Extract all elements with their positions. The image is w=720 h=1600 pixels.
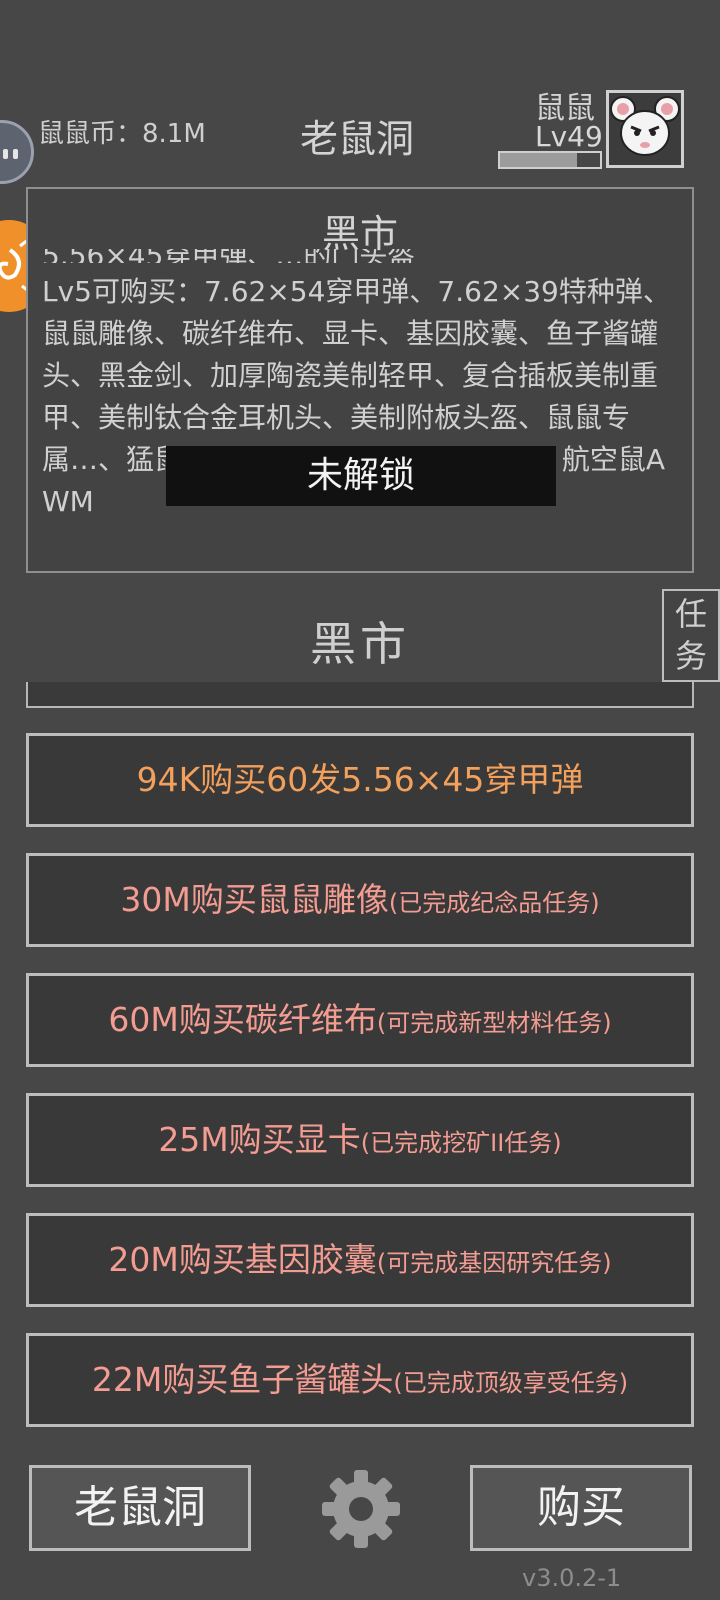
gear-icon: [322, 1470, 400, 1548]
chat-bubble-button[interactable]: [0, 120, 34, 184]
partial-list-item: [26, 682, 694, 708]
purchase-item-caviar[interactable]: 22M购买鱼子酱罐头(已完成顶级享受任务): [26, 1333, 694, 1427]
item-note: (已完成挖矿II任务): [360, 1129, 562, 1157]
item-label: 25M购买显卡: [158, 1120, 361, 1159]
player-level: Lv49: [535, 120, 603, 153]
item-note: (已完成纪念品任务): [388, 889, 600, 917]
item-label: 22M购买鱼子酱罐头: [91, 1360, 394, 1399]
item-label: 30M购买鼠鼠雕像: [120, 880, 389, 919]
section-title: 黑市: [310, 617, 410, 671]
xp-bar-fill: [500, 153, 577, 167]
coin-balance: 鼠鼠币：8.1M: [38, 119, 206, 149]
purchase-item-gene-capsule[interactable]: 20M购买基因胶囊(可完成基因研究任务): [26, 1213, 694, 1307]
panel-cut-line: 5.56×45穿甲弹、…的门头盔: [42, 249, 682, 263]
chat-icon: [3, 149, 18, 159]
version-label: v3.0.2-1: [522, 1564, 622, 1592]
item-note: (可完成新型材料任务): [376, 1009, 612, 1037]
task-tab-button[interactable]: 任务: [662, 589, 720, 682]
locked-overlay: 未解锁: [166, 446, 556, 506]
rat-hole-button[interactable]: 老鼠洞: [29, 1465, 251, 1551]
avatar[interactable]: [606, 90, 684, 168]
xp-bar: [498, 151, 602, 169]
purchase-item-ammo[interactable]: 94K购买60发5.56×45穿甲弹: [26, 733, 694, 827]
buy-button[interactable]: 购买: [470, 1465, 692, 1551]
item-note: (已完成顶级享受任务): [393, 1369, 629, 1397]
item-label: 60M购买碳纤维布: [108, 1000, 377, 1039]
purchase-item-gpu[interactable]: 25M购买显卡(已完成挖矿II任务): [26, 1093, 694, 1187]
settings-button[interactable]: [318, 1466, 404, 1552]
purchase-item-carbon-fiber[interactable]: 60M购买碳纤维布(可完成新型材料任务): [26, 973, 694, 1067]
black-market-info-panel: 黑市 5.56×45穿甲弹、…的门头盔 Lv5可购买：7.62×54穿甲弹、7.…: [26, 187, 694, 573]
item-label: 20M购买基因胶囊: [108, 1240, 377, 1279]
page-title: 老鼠洞: [300, 117, 415, 161]
rat-avatar-icon: [610, 96, 680, 156]
item-note: (可完成基因研究任务): [376, 1249, 612, 1277]
purchase-item-statue[interactable]: 30M购买鼠鼠雕像(已完成纪念品任务): [26, 853, 694, 947]
item-label: 94K购买60发5.56×45穿甲弹: [136, 760, 584, 799]
